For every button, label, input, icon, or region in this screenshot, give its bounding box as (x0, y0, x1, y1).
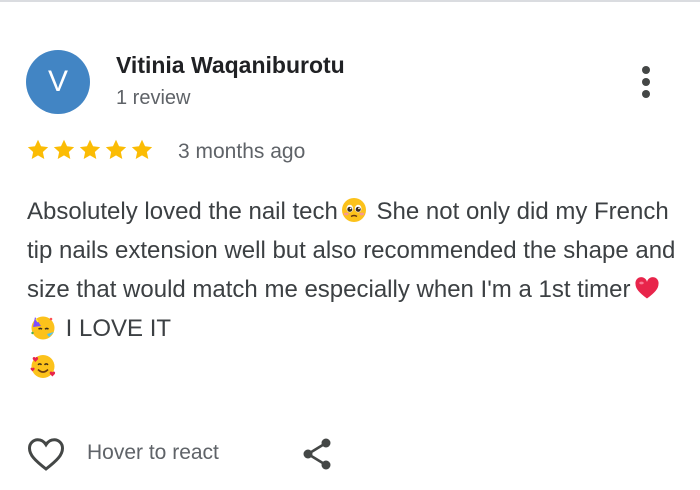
review-text-part-3: I LOVE IT (59, 315, 172, 342)
avatar[interactable]: V (26, 50, 90, 114)
top-divider (0, 0, 700, 2)
review-text: Absolutely loved the nail tech She not o… (27, 192, 677, 387)
heart-outline-icon[interactable] (26, 434, 66, 474)
star-icon (79, 139, 101, 159)
star-icon (53, 139, 75, 159)
partying-face-emoji (29, 313, 57, 341)
star-icon (131, 139, 153, 159)
review-text-part-1: Absolutely loved the nail tech (27, 198, 338, 225)
review-count: 1 review (116, 87, 191, 109)
star-rating (26, 138, 154, 162)
star-icon (105, 139, 127, 159)
red-heart-emoji (633, 274, 661, 302)
reviewer-name[interactable]: Vitinia Waqaniburotu (116, 52, 345, 79)
review-date: 3 months ago (178, 140, 306, 163)
pleading-face-emoji (340, 196, 368, 224)
more-vert-icon[interactable] (632, 62, 660, 102)
star-icon (27, 139, 49, 159)
smiling-face-with-hearts-emoji (29, 352, 57, 380)
react-label[interactable]: Hover to react (87, 441, 219, 465)
share-icon[interactable] (300, 436, 334, 472)
avatar-initial: V (47, 65, 68, 98)
